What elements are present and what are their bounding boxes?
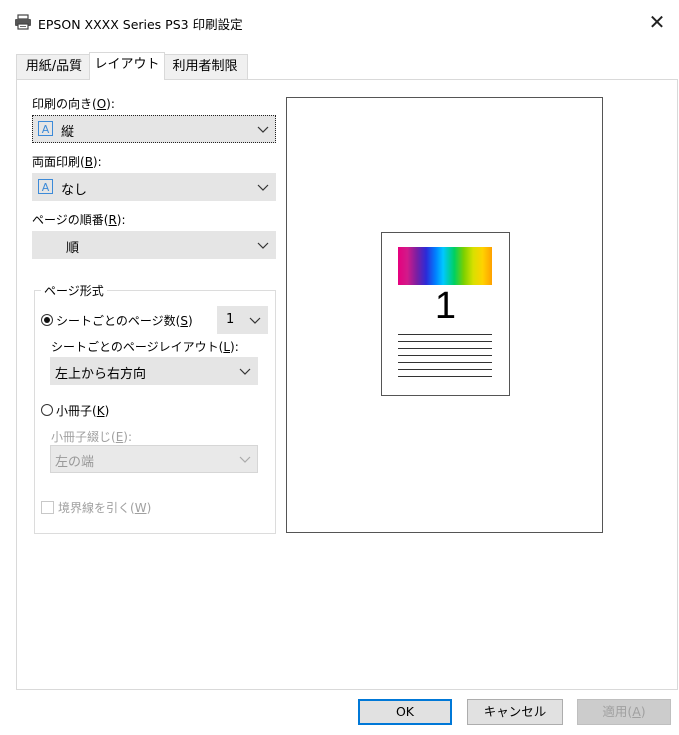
apply-button[interactable]: 適用(A) — [577, 699, 671, 725]
chevron-down-icon — [257, 242, 269, 249]
chevron-down-icon — [257, 184, 269, 191]
tab-paper-quality[interactable]: 用紙/品質 — [16, 54, 92, 79]
preview-text-line — [398, 355, 492, 356]
pages-per-sheet-select[interactable]: 1 — [217, 306, 268, 334]
orientation-value: 縦 — [61, 125, 75, 140]
booklet-binding-select[interactable]: 左の端 — [50, 445, 258, 473]
window-title: EPSON XXXX Series PS3 印刷設定 — [38, 17, 243, 32]
duplex-a-icon: A — [38, 179, 53, 194]
booklet-label[interactable]: 小冊子(K) — [56, 402, 109, 419]
sheet-layout-select[interactable]: 左上から右方向 — [50, 357, 258, 385]
close-button[interactable]: ✕ — [635, 0, 679, 44]
duplex-select[interactable]: A なし — [32, 173, 276, 201]
sheet-layout-label: シートごとのページレイアウト(L): — [51, 340, 239, 354]
color-bar — [398, 247, 492, 285]
close-icon: ✕ — [648, 10, 666, 34]
preview-text-line — [398, 348, 492, 349]
border-checkbox[interactable] — [41, 501, 54, 514]
duplex-value: なし — [61, 183, 88, 198]
page-order-label: ページの順番(R): — [32, 213, 126, 227]
pages-per-sheet-value: 1 — [226, 312, 235, 327]
border-label[interactable]: 境界線を引く(W) — [58, 499, 151, 516]
chevron-down-icon — [239, 456, 251, 463]
tab-layout[interactable]: レイアウト — [89, 52, 165, 80]
pages-per-sheet-radio[interactable] — [41, 314, 53, 326]
preview-page-number: 1 — [434, 285, 457, 327]
page-order-select[interactable]: 順 — [32, 231, 276, 259]
layout-preview: 1 — [286, 97, 603, 533]
booklet-binding-label: 小冊子綴じ(E): — [51, 430, 133, 444]
preview-text-line — [398, 334, 492, 335]
orientation-a-icon: A — [38, 121, 53, 136]
cancel-button[interactable]: キャンセル — [467, 699, 563, 725]
tab-user-restriction[interactable]: 利用者制限 — [162, 54, 248, 79]
booklet-radio[interactable] — [41, 404, 53, 416]
sheet-layout-value: 左上から右方向 — [55, 367, 147, 382]
orientation-select[interactable]: A 縦 — [32, 115, 276, 143]
pages-per-sheet-label[interactable]: シートごとのページ数(S) — [56, 312, 193, 329]
chevron-down-icon — [239, 368, 251, 375]
ok-button[interactable]: OK — [358, 699, 452, 725]
page-order-value: 順 — [66, 241, 80, 256]
booklet-binding-value: 左の端 — [55, 455, 95, 470]
duplex-label: 両面印刷(B): — [32, 155, 102, 169]
preview-text-line — [398, 362, 492, 363]
chevron-down-icon — [257, 126, 269, 133]
layout-tab-panel: 印刷の向き(O): A 縦 両面印刷(B): A なし ページの順番(R): 順… — [16, 79, 678, 690]
chevron-down-icon — [249, 317, 261, 324]
preview-text-line — [398, 341, 492, 342]
preview-text-line — [398, 369, 492, 370]
page-format-title: ページ形式 — [41, 282, 107, 299]
title-bar: EPSON XXXX Series PS3 印刷設定 ✕ — [0, 0, 679, 44]
preview-page: 1 — [381, 232, 510, 396]
orientation-label: 印刷の向き(O): — [32, 97, 115, 111]
preview-text-line — [398, 376, 492, 377]
printer-icon — [15, 14, 31, 30]
